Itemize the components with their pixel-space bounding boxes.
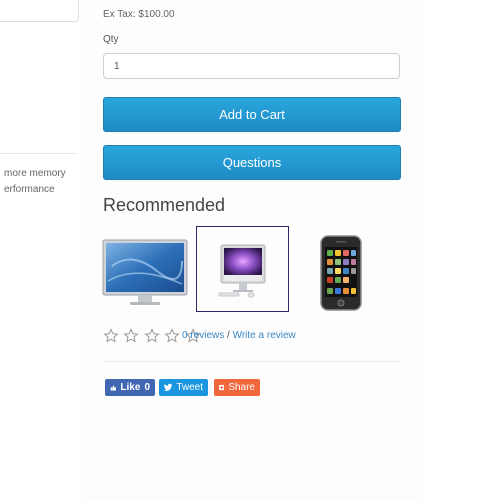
share-label: Share xyxy=(228,382,255,393)
questions-button[interactable]: Questions xyxy=(103,145,401,180)
tweet-label: Tweet xyxy=(176,382,203,393)
like-label: Like xyxy=(120,382,141,393)
share-button[interactable]: Share xyxy=(214,379,260,396)
twitter-bird-icon xyxy=(164,383,173,391)
qty-input[interactable] xyxy=(103,53,400,79)
sidebar-text-line-2: erformance xyxy=(4,184,55,195)
iphone-image xyxy=(320,235,362,311)
add-to-cart-button[interactable]: Add to Cart xyxy=(103,97,401,132)
like-count: 0 xyxy=(144,382,150,393)
reviews-separator: / xyxy=(224,330,233,341)
star-empty-icon xyxy=(103,328,119,343)
imac-image xyxy=(218,244,266,298)
qty-label: Qty xyxy=(103,34,119,45)
star-empty-icon xyxy=(123,328,140,343)
left-sidebar: more memory erformance xyxy=(0,0,82,500)
apple-cinema-display-image xyxy=(102,239,188,305)
plus-square-icon xyxy=(219,384,225,391)
divider xyxy=(103,361,400,362)
thumbs-up-icon xyxy=(110,384,117,391)
recommended-heading: Recommended xyxy=(103,195,226,215)
sidebar-text-line-1: more memory xyxy=(4,168,66,179)
tweet-button[interactable]: Tweet xyxy=(159,379,208,396)
reviews-count-link[interactable]: 0 reviews xyxy=(182,330,224,341)
star-empty-icon xyxy=(164,328,180,343)
facebook-like-button[interactable]: Like 0 xyxy=(105,379,155,396)
reviews-links: 0 reviews / Write a review xyxy=(182,330,296,341)
recommended-item-cinema-display[interactable] xyxy=(102,226,188,312)
sidebar-box xyxy=(0,0,79,22)
recommended-item-iphone[interactable] xyxy=(298,226,384,312)
sidebar-divider xyxy=(0,153,77,154)
star-empty-icon xyxy=(144,328,160,343)
recommended-item-imac[interactable] xyxy=(196,226,289,312)
write-review-link[interactable]: Write a review xyxy=(233,330,296,341)
ex-tax-price: Ex Tax: $100.00 xyxy=(103,9,175,20)
